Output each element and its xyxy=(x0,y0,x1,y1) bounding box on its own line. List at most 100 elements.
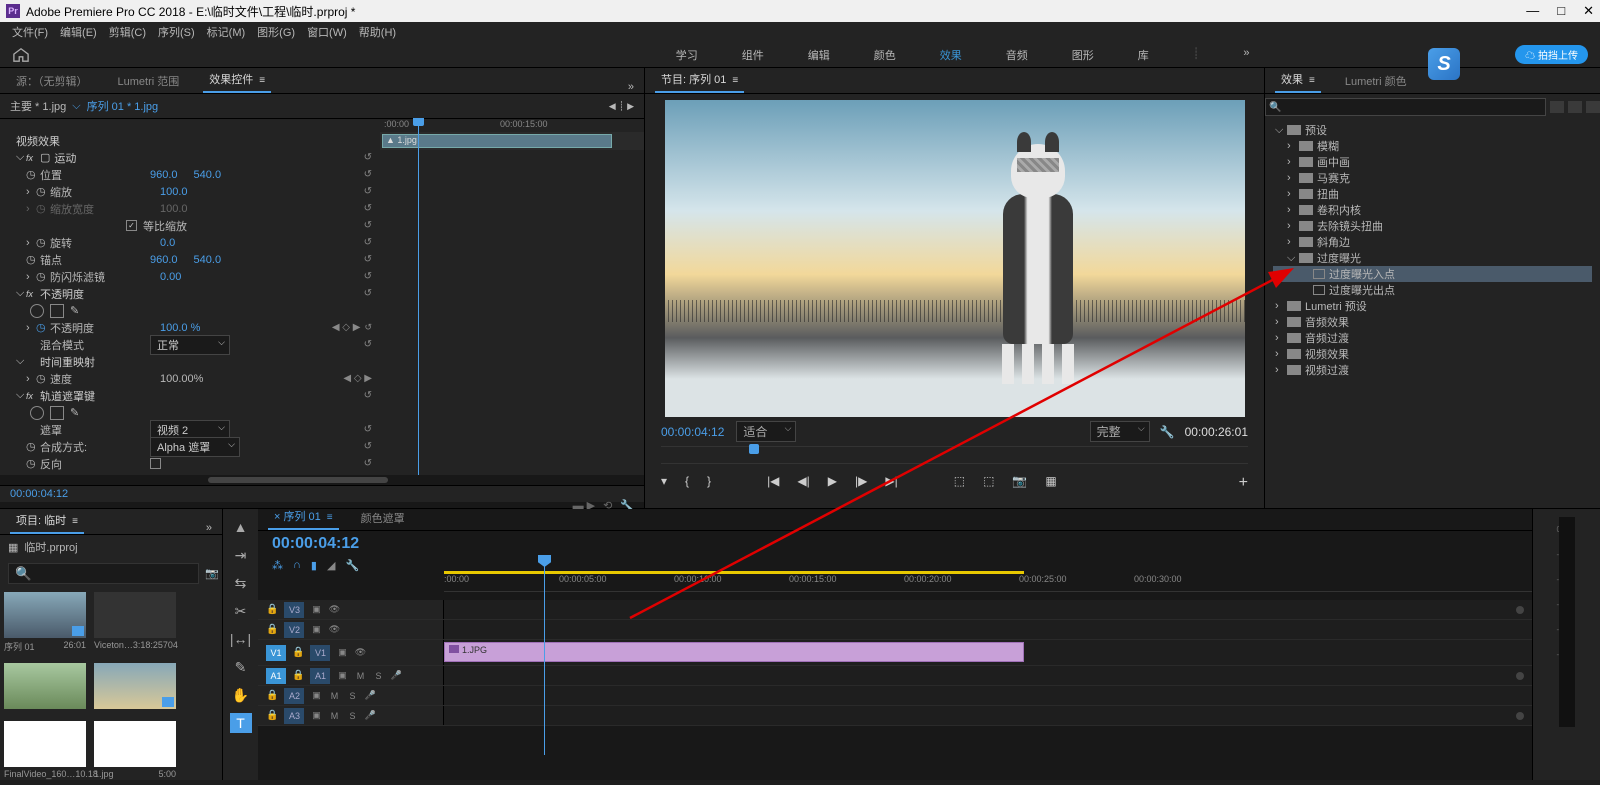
tree-audio-transitions[interactable]: ›音频过渡 xyxy=(1273,330,1592,346)
panel-overflow[interactable]: » xyxy=(628,81,634,93)
cloud-upload-badge[interactable]: ☁ 拍挡上传 xyxy=(1515,45,1588,64)
tree-video-transitions[interactable]: ›视频过渡 xyxy=(1273,362,1592,378)
workspace-libraries[interactable]: 库 xyxy=(1130,45,1157,65)
step-forward-icon[interactable]: |▶ xyxy=(855,474,867,492)
matte-mask-rect[interactable] xyxy=(50,406,64,420)
program-current-time[interactable]: 00:00:04:12 xyxy=(661,425,724,439)
matte-mask-pen[interactable]: ✎ xyxy=(70,406,84,420)
opacity-header[interactable]: 不透明度 xyxy=(40,286,84,302)
type-tool[interactable]: T xyxy=(230,713,252,733)
tree-blur[interactable]: ›模糊 xyxy=(1273,138,1592,154)
lift-icon[interactable]: ⬚ xyxy=(954,474,965,492)
timeline-tab-sequence[interactable]: × 序列 01≡ xyxy=(268,504,339,530)
menu-edit[interactable]: 编辑(E) xyxy=(56,24,101,40)
home-icon[interactable] xyxy=(12,47,30,63)
workspace-assembly[interactable]: 组件 xyxy=(734,45,772,65)
menu-sequence[interactable]: 序列(S) xyxy=(154,24,199,40)
tab-lumetri-scopes[interactable]: Lumetri 范围 xyxy=(112,69,186,93)
add-marker-icon[interactable]: ▾ xyxy=(661,474,667,492)
timeline-playhead[interactable] xyxy=(544,555,545,755)
tree-convolution[interactable]: ›卷积内核 xyxy=(1273,202,1592,218)
scale-value[interactable]: 100.0 xyxy=(160,186,188,198)
tab-lumetri-color[interactable]: Lumetri 颜色 xyxy=(1339,69,1413,93)
tree-bevel[interactable]: ›斜角边 xyxy=(1273,234,1592,250)
track-a1[interactable]: A1🔒A1▣MS🎤 xyxy=(258,666,1532,686)
tab-effects[interactable]: 效果≡ xyxy=(1275,67,1321,93)
32bit-filter-icon[interactable] xyxy=(1568,101,1582,113)
zoom-dropdown[interactable]: 适合 xyxy=(736,421,796,442)
tree-lumetri-presets[interactable]: ›Lumetri 预设 xyxy=(1273,298,1592,314)
project-overflow[interactable]: » xyxy=(206,522,212,534)
tab-source[interactable]: 源：（无剪辑） xyxy=(10,69,94,93)
workspace-graphics[interactable]: 图形 xyxy=(1064,45,1102,65)
program-timeline[interactable] xyxy=(661,446,1248,464)
menu-clip[interactable]: 剪辑(C) xyxy=(105,24,150,40)
tree-lens-distortion[interactable]: ›去除镜头扭曲 xyxy=(1273,218,1592,234)
workspace-editing[interactable]: 编辑 xyxy=(800,45,838,65)
mask-ellipse[interactable] xyxy=(30,304,44,318)
mark-out-icon[interactable]: } xyxy=(707,474,711,492)
effect-scrollbar[interactable] xyxy=(0,475,644,485)
snap-icon[interactable]: ⁂ xyxy=(272,559,283,572)
menu-marker[interactable]: 标记(M) xyxy=(203,24,250,40)
go-to-in-icon[interactable]: |◀ xyxy=(767,474,779,492)
effect-timecode[interactable]: 00:00:04:12 xyxy=(10,488,68,500)
selection-tool[interactable]: ▲ xyxy=(230,517,252,537)
go-to-out-icon[interactable]: ▶| xyxy=(885,474,897,492)
track-v3[interactable]: 🔒V3▣👁 xyxy=(258,600,1532,620)
effect-playhead[interactable] xyxy=(418,118,419,475)
rotation-value[interactable]: 0.0 xyxy=(160,237,175,249)
motion-header[interactable]: 运动 xyxy=(54,150,76,166)
antiflicker-value[interactable]: 0.00 xyxy=(160,271,181,283)
tree-video-effects[interactable]: ›视频效果 xyxy=(1273,346,1592,362)
timeline-timecode[interactable]: 00:00:04:12 xyxy=(258,531,1532,557)
track-matte-header[interactable]: 轨道遮罩键 xyxy=(40,388,95,404)
project-item[interactable]: Viceton…3:18:25704 xyxy=(94,592,176,655)
position-y[interactable]: 540.0 xyxy=(194,169,222,181)
project-item[interactable]: 1.jpg5:00 xyxy=(94,721,176,781)
workspace-audio[interactable]: 音频 xyxy=(998,45,1036,65)
track-select-tool[interactable]: ⇥ xyxy=(230,545,252,565)
blend-mode-dropdown[interactable]: 正常 xyxy=(150,335,230,355)
project-item[interactable] xyxy=(4,663,86,713)
opacity-value[interactable]: 100.0 % xyxy=(160,322,200,334)
project-item[interactable] xyxy=(94,663,176,713)
play-icon[interactable]: ▶ xyxy=(828,474,837,492)
settings-icon[interactable]: ◢ xyxy=(327,559,335,572)
workspace-learn[interactable]: 学习 xyxy=(668,45,706,65)
resolution-dropdown[interactable]: 完整 xyxy=(1090,421,1150,442)
tree-mosaic[interactable]: ›马赛克 xyxy=(1273,170,1592,186)
step-back-icon[interactable]: ◀| xyxy=(797,474,809,492)
tree-presets[interactable]: ⌵预设 xyxy=(1273,122,1592,138)
timeline-tab-matte[interactable]: 颜色遮罩 xyxy=(355,506,411,530)
tree-audio-effects[interactable]: ›音频效果 xyxy=(1273,314,1592,330)
minimize-button[interactable]: — xyxy=(1526,3,1539,19)
marker-icon[interactable]: ▮ xyxy=(311,559,317,572)
composite-dropdown[interactable]: Alpha 遮罩 xyxy=(150,437,240,457)
preset-overexpose-in[interactable]: 过度曝光入点 xyxy=(1273,266,1592,282)
lumetri-header[interactable]: Lumetri 颜色 xyxy=(40,473,102,476)
tree-distort[interactable]: ›扭曲 xyxy=(1273,186,1592,202)
track-a3[interactable]: 🔒A3▣MS🎤 xyxy=(258,706,1532,726)
wrench-icon[interactable]: 🔧 xyxy=(345,559,359,572)
slip-tool[interactable]: |↔| xyxy=(230,629,252,649)
hand-tool[interactable]: ✋ xyxy=(230,685,252,705)
uniform-scale-checkbox[interactable] xyxy=(126,220,137,231)
clip-v1[interactable]: 1.JPG xyxy=(444,642,1024,662)
settings-icon[interactable]: 🔧 xyxy=(1160,425,1175,439)
timeline-ruler[interactable]: :00:00 00:00:05:00 00:00:10:00 00:00:15:… xyxy=(444,574,1532,592)
matte-mask-ellipse[interactable] xyxy=(30,406,44,420)
mark-in-icon[interactable]: { xyxy=(685,474,689,492)
reverse-checkbox[interactable] xyxy=(150,458,161,469)
sequence-clip-label[interactable]: 序列 01 * 1.jpg xyxy=(87,98,159,114)
maximize-button[interactable]: □ xyxy=(1557,3,1565,19)
work-area-bar[interactable] xyxy=(444,571,1024,574)
accel-filter-icon[interactable] xyxy=(1550,101,1564,113)
export-frame-icon[interactable]: 📷 xyxy=(1012,474,1027,492)
next-keyframe-icon[interactable]: ▶ xyxy=(627,101,634,112)
pen-tool[interactable]: ✎ xyxy=(230,657,252,677)
razor-tool[interactable]: ✂ xyxy=(230,601,252,621)
menu-help[interactable]: 帮助(H) xyxy=(355,24,400,40)
ripple-tool[interactable]: ⇆ xyxy=(230,573,252,593)
extract-icon[interactable]: ⬚ xyxy=(983,474,994,492)
